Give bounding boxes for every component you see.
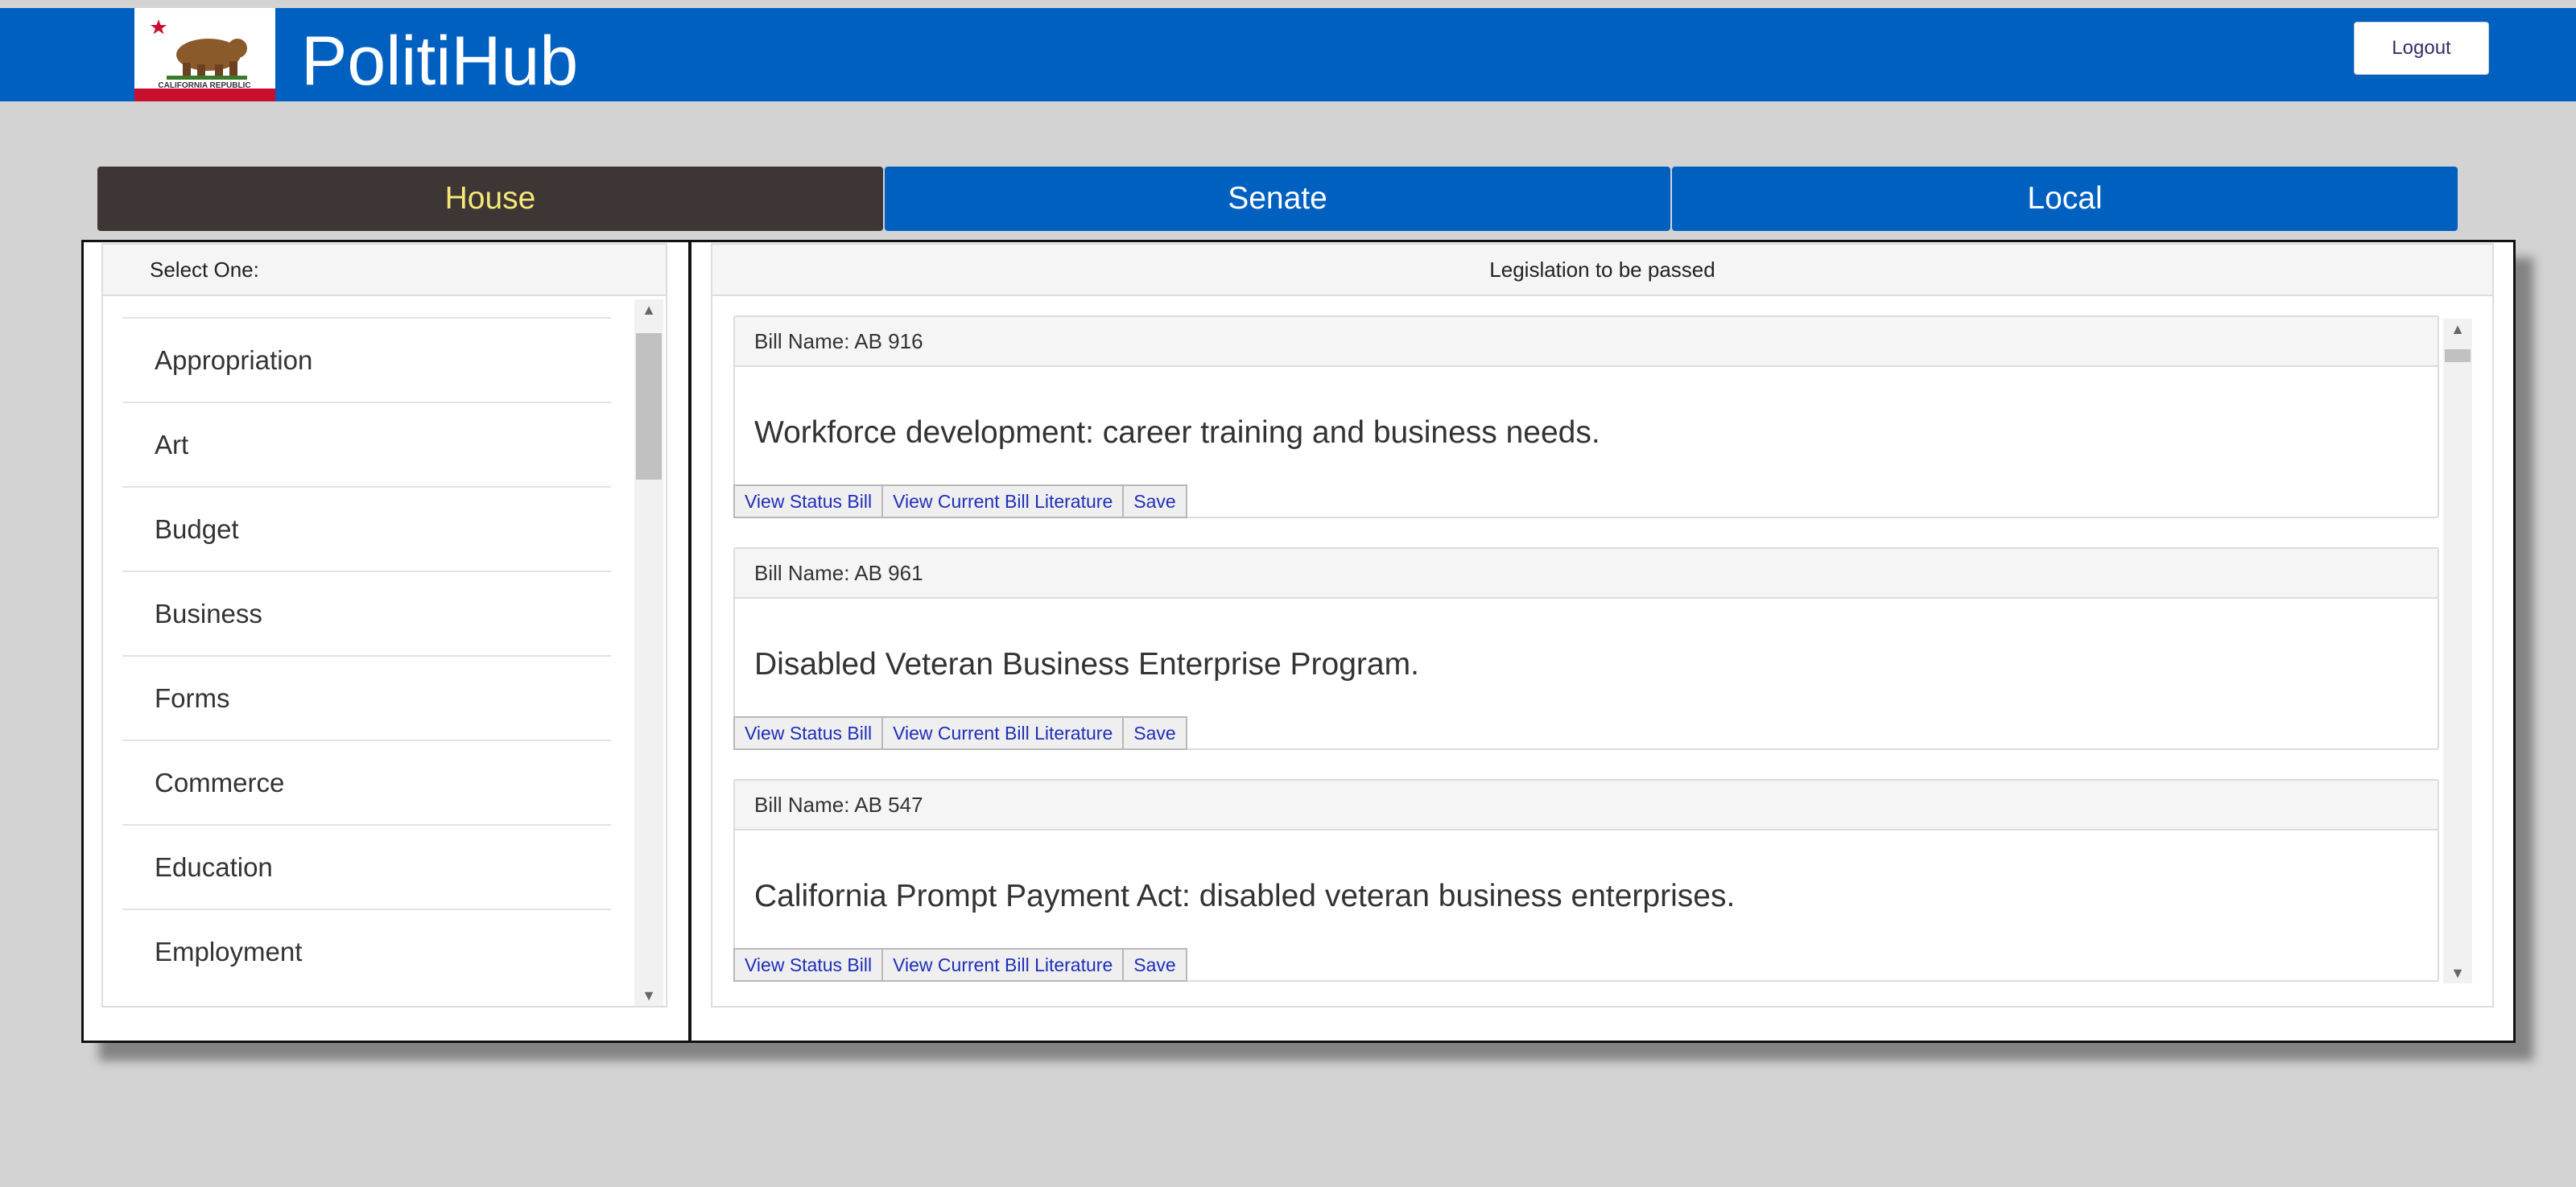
view-status-bill-button[interactable]: View Status Bill: [733, 484, 884, 518]
bill-name: Bill Name: AB 961: [735, 549, 2438, 599]
bill-title: Workforce development: career training a…: [754, 415, 1600, 450]
bill-title: Disabled Veteran Business Enterprise Pro…: [754, 647, 1419, 682]
bill-title: California Prompt Payment Act: disabled …: [754, 879, 1736, 913]
california-flag-logo: CALIFORNIA REPUBLIC: [134, 8, 275, 101]
category-item-education[interactable]: Education: [122, 824, 611, 909]
tab-senate[interactable]: Senate: [885, 167, 1670, 231]
category-item-business[interactable]: Business: [122, 571, 611, 655]
view-status-bill-button[interactable]: View Status Bill: [733, 716, 884, 750]
bill-card: Bill Name: AB 547 California Prompt Paym…: [733, 779, 2439, 982]
bill-card: Bill Name: AB 916 Workforce development:…: [733, 315, 2439, 518]
tab-local[interactable]: Local: [1672, 167, 2458, 231]
legislation-scrollbar[interactable]: ▲ ▼: [2443, 319, 2472, 983]
view-bill-literature-button[interactable]: View Current Bill Literature: [881, 716, 1125, 750]
panel-divider: [688, 241, 691, 1041]
tab-house[interactable]: House: [97, 167, 883, 231]
svg-text:CALIFORNIA REPUBLIC: CALIFORNIA REPUBLIC: [158, 81, 250, 90]
category-item-appropriation[interactable]: Appropriation: [122, 317, 611, 402]
scroll-up-arrow-icon[interactable]: ▲: [2443, 319, 2472, 340]
save-bill-button[interactable]: Save: [1122, 948, 1187, 982]
bill-name: Bill Name: AB 547: [735, 781, 2438, 830]
category-list: Appropriation Art Budget Business Forms …: [122, 317, 611, 993]
category-item-art[interactable]: Art: [122, 402, 611, 486]
logout-button[interactable]: Logout: [2354, 22, 2489, 75]
view-status-bill-button[interactable]: View Status Bill: [733, 948, 884, 982]
app-title: PolitiHub: [301, 23, 579, 100]
category-item-employment[interactable]: Employment: [122, 909, 611, 993]
legislation-panel-heading: Legislation to be passed: [712, 245, 2492, 296]
scroll-down-arrow-icon[interactable]: ▼: [2443, 962, 2472, 983]
scrollbar-thumb[interactable]: [2445, 349, 2471, 362]
scroll-down-arrow-icon[interactable]: ▼: [634, 985, 663, 1006]
view-bill-literature-button[interactable]: View Current Bill Literature: [881, 948, 1125, 982]
top-header-bar: CALIFORNIA REPUBLIC PolitiHub Logout: [0, 8, 2576, 101]
category-panel: Select One: Appropriation Art Budget Bus…: [101, 243, 667, 1008]
save-bill-button[interactable]: Save: [1122, 716, 1187, 750]
view-bill-literature-button[interactable]: View Current Bill Literature: [881, 484, 1125, 518]
scroll-up-arrow-icon[interactable]: ▲: [634, 299, 663, 320]
category-item-budget[interactable]: Budget: [122, 486, 611, 571]
category-item-commerce[interactable]: Commerce: [122, 740, 611, 824]
category-item-forms[interactable]: Forms: [122, 655, 611, 740]
bill-name: Bill Name: AB 916: [735, 317, 2438, 367]
category-panel-heading: Select One:: [103, 245, 666, 296]
category-scrollbar[interactable]: ▲ ▼: [634, 299, 663, 1006]
save-bill-button[interactable]: Save: [1122, 484, 1187, 518]
bill-card: Bill Name: AB 961 Disabled Veteran Busin…: [733, 547, 2439, 750]
scrollbar-thumb[interactable]: [636, 333, 662, 480]
